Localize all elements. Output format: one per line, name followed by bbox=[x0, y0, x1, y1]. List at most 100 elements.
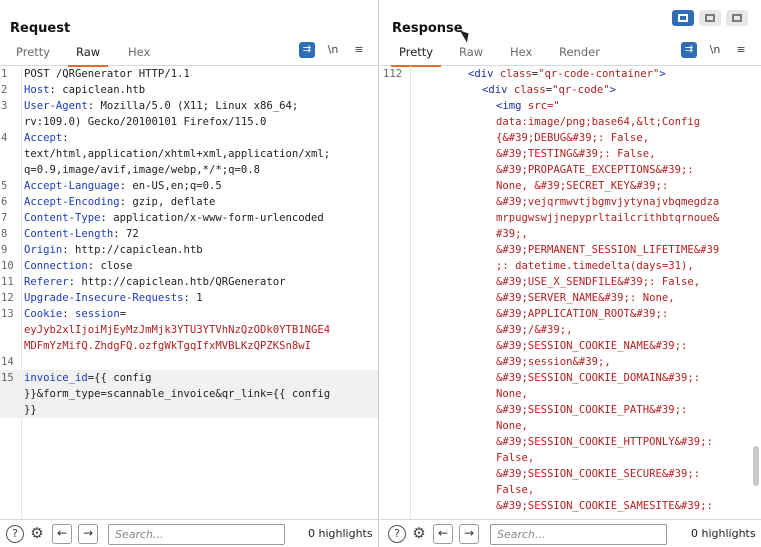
request-line: rv:109.0) Gecko/20100101 Firefox/115.0 bbox=[0, 114, 378, 130]
response-line: None, bbox=[496, 418, 528, 434]
code-token: text/html,application/xhtml+xml,applicat… bbox=[24, 148, 331, 160]
request-bottom-bar: ? ⚙ ← → 0 highlights bbox=[0, 519, 378, 547]
code-token: {&#39;DEBUG&#39;: False, bbox=[496, 132, 650, 144]
request-line: 6 Accept-Encoding: gzip, deflate bbox=[0, 194, 378, 210]
response-line: &#39;SESSION_COOKIE_SECURE&#39;: bbox=[496, 466, 700, 482]
response-line: None, bbox=[496, 386, 528, 402]
code-token: rv:109.0) Gecko/20100101 Firefox/115.0 bbox=[24, 116, 267, 128]
line-text: Accept-Language: en-US,en;q=0.5 bbox=[24, 178, 222, 194]
wrap-icon[interactable]: ⇉ bbox=[681, 42, 697, 58]
response-search-input[interactable] bbox=[490, 524, 667, 545]
code-token: User-Agent bbox=[24, 100, 88, 112]
help-icon[interactable]: ? bbox=[6, 525, 24, 543]
request-line: 5 Accept-Language: en-US,en;q=0.5 bbox=[0, 178, 378, 194]
code-token: &#39;SERVER_NAME&#39;: None, bbox=[496, 292, 675, 304]
line-text: Content-Length: 72 bbox=[24, 226, 139, 242]
line-number: 2 bbox=[1, 84, 8, 96]
line-text: }}&form_type=scannable_invoice&qr_link={… bbox=[24, 386, 330, 402]
side-by-side-layout-icon[interactable] bbox=[672, 10, 694, 26]
code-token: mrpugwswjjnepyprltailcrithbtqrnoue& bbox=[496, 212, 720, 224]
newline-toggle[interactable]: \n bbox=[325, 42, 341, 58]
line-number: 12 bbox=[1, 292, 14, 304]
line-number: 14 bbox=[1, 356, 14, 368]
request-line: 8 Content-Length: 72 bbox=[0, 226, 378, 242]
stacked-layout-icon[interactable] bbox=[699, 10, 721, 26]
line-text: Content-Type: application/x-www-form-url… bbox=[24, 210, 324, 226]
code-token: Upgrade-Insecure-Requests bbox=[24, 292, 184, 304]
prev-match-button[interactable]: ← bbox=[433, 524, 453, 544]
response-line: False, bbox=[496, 450, 534, 466]
response-line: False, bbox=[496, 482, 534, 498]
wrap-icon[interactable]: ⇉ bbox=[299, 42, 315, 58]
code-token: : application/x-www-form-urlencoded bbox=[100, 212, 324, 224]
response-line: &#39;SESSION_COOKIE_NAME&#39;: bbox=[496, 338, 687, 354]
line-number: 11 bbox=[1, 276, 14, 288]
response-tab-hex[interactable]: Hex bbox=[508, 44, 534, 66]
response-tab-render[interactable]: Render bbox=[557, 44, 602, 66]
code-token: invoice_id bbox=[24, 372, 88, 384]
code-token: class bbox=[513, 84, 546, 96]
request-editor[interactable]: 1 POST /QRGenerator HTTP/1.1 2 Host: capicl… bbox=[0, 66, 378, 521]
line-text: Connection: close bbox=[24, 258, 132, 274]
request-tab-raw[interactable]: Raw bbox=[67, 44, 109, 67]
request-line: 9 Origin: http://capiclean.htb bbox=[0, 242, 378, 258]
code-token: data:image/png;base64,&lt;Config bbox=[496, 116, 701, 128]
line-text: Accept-Encoding: gzip, deflate bbox=[24, 194, 215, 210]
request-line: MDFmYzMifQ.ZhdgFQ.ozfgWkTgqIfxMVBLKzQPZK… bbox=[0, 338, 378, 354]
request-line: q=0.9,image/avif,image/webp,*/*;q=0.8 bbox=[0, 162, 378, 178]
response-line: &#39;PROPAGATE_EXCEPTIONS&#39;: bbox=[496, 162, 694, 178]
vertical-scrollbar[interactable] bbox=[753, 446, 759, 486]
request-line: 14 bbox=[0, 354, 378, 370]
line-gutter: 112 bbox=[380, 66, 411, 521]
menu-icon[interactable]: ≡ bbox=[733, 42, 749, 58]
code-token: : 1 bbox=[183, 292, 203, 304]
code-token: =" bbox=[547, 100, 560, 112]
next-match-button[interactable]: → bbox=[459, 524, 479, 544]
response-pane: Response Pretty Raw Hex Render ⇉ \n ≡ 11… bbox=[380, 0, 761, 547]
single-pane-layout-icon[interactable] bbox=[726, 10, 748, 26]
code-token: : Mozilla/5.0 (X11; Linux x86_64; bbox=[87, 100, 299, 112]
code-token: None, bbox=[496, 388, 528, 400]
code-token: : close bbox=[87, 260, 133, 272]
next-match-button[interactable]: → bbox=[78, 524, 98, 544]
request-line: 3 User-Agent: Mozilla/5.0 (X11; Linux x86… bbox=[0, 98, 378, 114]
code-token: <div bbox=[468, 68, 500, 80]
settings-icon[interactable]: ⚙ bbox=[410, 525, 428, 543]
request-tab-hex[interactable]: Hex bbox=[126, 44, 152, 66]
code-token: Connection bbox=[24, 260, 88, 272]
request-pane: Request Pretty Raw Hex ⇉ \n ≡ 1 POST /QRG… bbox=[0, 0, 379, 547]
response-tab-raw[interactable]: Raw bbox=[457, 44, 485, 66]
code-token: session bbox=[75, 308, 120, 320]
line-text: invoice_id={{ config bbox=[24, 370, 152, 386]
code-token: <div bbox=[482, 84, 514, 96]
response-line: data:image/png;base64,&lt;Config bbox=[496, 114, 700, 130]
response-line: &#39;PERMANENT_SESSION_LIFETIME&#39 bbox=[496, 242, 719, 258]
request-line: 7 Content-Type: application/x-www-form-ur… bbox=[0, 210, 378, 226]
response-line: <div class="qr-code-container"> bbox=[468, 66, 666, 82]
help-icon[interactable]: ? bbox=[388, 525, 406, 543]
response-line: <img src=" bbox=[496, 98, 560, 114]
line-number: 8 bbox=[1, 228, 8, 240]
line-number: 7 bbox=[1, 212, 8, 224]
response-line: #39;, bbox=[496, 226, 528, 242]
code-token: &#39;PROPAGATE_EXCEPTIONS&#39;: bbox=[496, 164, 694, 176]
code-token: > bbox=[659, 68, 666, 80]
line-number: 6 bbox=[1, 196, 8, 208]
request-line: eyJyb2xlIjoiMjEyMzJmMjk3YTU3YTVhNzQzODk0… bbox=[0, 322, 378, 338]
line-number: 13 bbox=[1, 308, 14, 320]
response-tab-pretty[interactable]: Pretty bbox=[390, 44, 442, 67]
request-tab-pretty[interactable]: Pretty bbox=[14, 44, 52, 66]
code-token: : http://capiclean.htb/QRGenerator bbox=[68, 276, 286, 288]
code-token: &#39;APPLICATION_ROOT&#39;: bbox=[496, 308, 669, 320]
settings-icon[interactable]: ⚙ bbox=[28, 525, 46, 543]
code-token: &#39;vejqrmwvtjbgmvjytynajvbqmegdza bbox=[496, 196, 720, 208]
menu-icon[interactable]: ≡ bbox=[351, 42, 367, 58]
request-line: 12 Upgrade-Insecure-Requests: 1 bbox=[0, 290, 378, 306]
request-search-input[interactable] bbox=[108, 524, 285, 545]
response-editor[interactable]: 112 <div class="qr-code-container"> <div … bbox=[380, 66, 761, 521]
line-number: 4 bbox=[1, 132, 8, 144]
prev-match-button[interactable]: ← bbox=[52, 524, 72, 544]
code-token: ;: datetime.timedelta(days=31), bbox=[496, 260, 694, 272]
response-title: Response bbox=[392, 21, 463, 36]
newline-toggle[interactable]: \n bbox=[707, 42, 723, 58]
